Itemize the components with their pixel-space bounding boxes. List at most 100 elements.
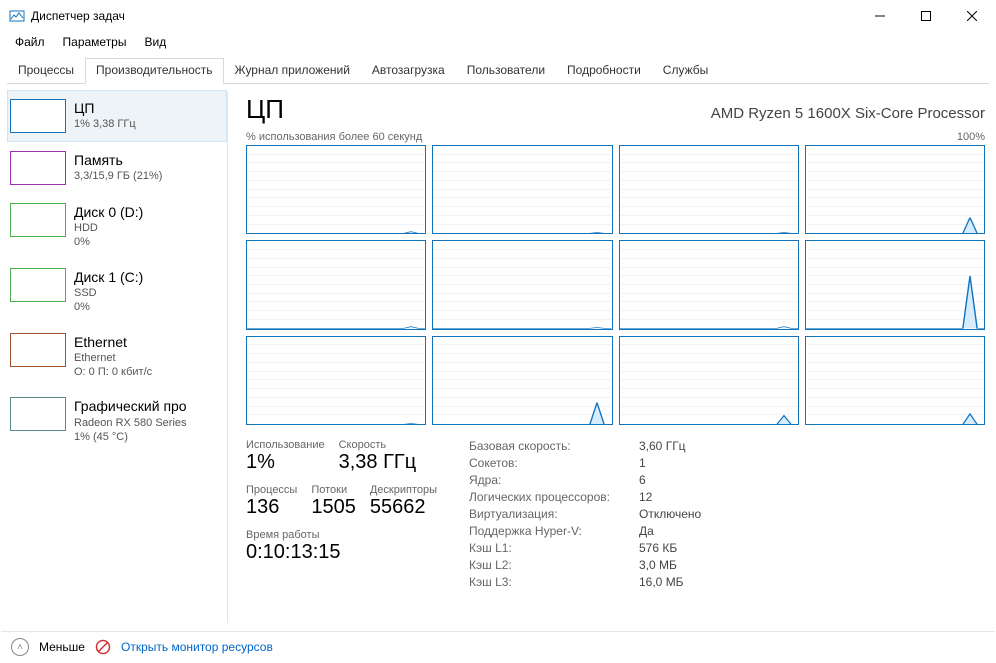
uptime-label: Время работы: [246, 529, 437, 541]
tab-services[interactable]: Службы: [652, 58, 719, 84]
cpu-model: AMD Ryzen 5 1600X Six-Core Processor: [284, 105, 985, 122]
chevron-up-icon[interactable]: ˄: [11, 638, 29, 656]
task-manager-window: Диспетчер задач Файл Параметры Вид Проце…: [0, 0, 996, 663]
app-icon: [9, 8, 25, 24]
page-title: ЦП: [246, 94, 284, 125]
minimize-button[interactable]: [857, 1, 903, 31]
menu-file[interactable]: Файл: [7, 33, 53, 51]
sidebar-item-sub: 1% 3,38 ГГц: [74, 117, 136, 131]
cpu-core-chart: [246, 145, 426, 234]
sidebar-item-sub: HDD: [74, 221, 143, 235]
kv-key: Ядра:: [469, 473, 639, 487]
chart-caption: % использования более 60 секунд 100%: [246, 131, 985, 143]
kv-key: Поддержка Hyper-V:: [469, 524, 639, 538]
cpu-thumb-icon: [10, 99, 66, 133]
fewer-details-link[interactable]: Меньше: [39, 640, 85, 654]
processes-label: Процессы: [246, 484, 297, 496]
sidebar-item-ethernet[interactable]: Ethernet Ethernet О: 0 П: 0 кбит/с: [7, 324, 227, 389]
cpu-core-chart: [246, 336, 426, 425]
chart-caption-left: % использования более 60 секунд: [246, 131, 422, 143]
cpu-core-chart: [805, 336, 985, 425]
kv-value: 3,60 ГГц: [639, 439, 701, 453]
content: ЦП 1% 3,38 ГГц Память 3,3/15,9 ГБ (21%) …: [1, 84, 995, 631]
sidebar-item-sub: Ethernet: [74, 351, 152, 365]
kv-value: Да: [639, 524, 701, 538]
kv-value: 1: [639, 456, 701, 470]
processes-value: 136: [246, 496, 297, 519]
menubar: Файл Параметры Вид: [1, 31, 995, 53]
sidebar-item-sub: 3,3/15,9 ГБ (21%): [74, 169, 162, 183]
speed-label: Скорость: [339, 439, 417, 451]
sidebar-item-label: Графический про: [74, 397, 187, 415]
main-panel: ЦП AMD Ryzen 5 1600X Six-Core Processor …: [228, 84, 995, 631]
gpu-thumb-icon: [10, 397, 66, 431]
stats: Использование 1% Скорость 3,38 ГГц Проце…: [246, 439, 985, 589]
open-resource-monitor-link[interactable]: Открыть монитор ресурсов: [121, 640, 273, 654]
sidebar-item-label: Ethernet: [74, 333, 152, 351]
util-value: 1%: [246, 451, 325, 474]
kv-key: Логических процессоров:: [469, 490, 639, 504]
sidebar[interactable]: ЦП 1% 3,38 ГГц Память 3,3/15,9 ГБ (21%) …: [1, 84, 227, 631]
tabstrip: Процессы Производительность Журнал прило…: [7, 57, 989, 84]
cpu-core-chart: [432, 240, 612, 329]
kv-key: Кэш L3:: [469, 575, 639, 589]
threads-label: Потоки: [311, 484, 356, 496]
memory-thumb-icon: [10, 151, 66, 185]
footer: ˄ Меньше Открыть монитор ресурсов: [1, 631, 995, 662]
kv-value: 6: [639, 473, 701, 487]
tab-performance[interactable]: Производительность: [85, 58, 223, 84]
cpu-core-chart: [246, 240, 426, 329]
sidebar-item-sub2: 1% (45 °C): [74, 430, 187, 444]
cpu-core-chart: [619, 336, 799, 425]
kv-value: 16,0 МБ: [639, 575, 701, 589]
menu-view[interactable]: Вид: [136, 33, 174, 51]
kv-key: Виртуализация:: [469, 507, 639, 521]
cpu-core-chart: [432, 145, 612, 234]
kv-key: Кэш L2:: [469, 558, 639, 572]
sidebar-item-label: ЦП: [74, 99, 136, 117]
kv-value: 3,0 МБ: [639, 558, 701, 572]
cpu-core-chart: [432, 336, 612, 425]
tab-users[interactable]: Пользователи: [456, 58, 556, 84]
sidebar-item-sub: Radeon RX 580 Series: [74, 416, 187, 430]
sidebar-item-label: Память: [74, 151, 162, 169]
kv-key: Сокетов:: [469, 456, 639, 470]
uptime-value: 0:10:13:15: [246, 541, 437, 564]
sidebar-item-memory[interactable]: Память 3,3/15,9 ГБ (21%): [7, 142, 227, 194]
tab-app-history[interactable]: Журнал приложений: [224, 58, 361, 84]
sidebar-item-label: Диск 0 (D:): [74, 203, 143, 221]
maximize-button[interactable]: [903, 1, 949, 31]
tab-details[interactable]: Подробности: [556, 58, 652, 84]
window-title: Диспетчер задач: [31, 9, 125, 23]
disk-thumb-icon: [10, 203, 66, 237]
cpu-core-chart: [805, 145, 985, 234]
handles-value: 55662: [370, 496, 437, 519]
kv-value: Отключено: [639, 507, 701, 521]
kv-key: Базовая скорость:: [469, 439, 639, 453]
sidebar-item-gpu[interactable]: Графический про Radeon RX 580 Series 1% …: [7, 388, 227, 453]
tab-processes[interactable]: Процессы: [7, 58, 85, 84]
sidebar-item-sub2: 0%: [74, 235, 143, 249]
ethernet-thumb-icon: [10, 333, 66, 367]
speed-value: 3,38 ГГц: [339, 451, 417, 474]
tab-startup[interactable]: Автозагрузка: [361, 58, 456, 84]
kv-value: 576 КБ: [639, 541, 701, 555]
sidebar-item-cpu[interactable]: ЦП 1% 3,38 ГГц: [7, 90, 227, 142]
cpu-core-chart: [805, 240, 985, 329]
disk-thumb-icon: [10, 268, 66, 302]
cpu-core-grid[interactable]: [246, 145, 985, 425]
close-button[interactable]: [949, 1, 995, 31]
sidebar-item-disk0[interactable]: Диск 0 (D:) HDD 0%: [7, 194, 227, 259]
menu-options[interactable]: Параметры: [55, 33, 135, 51]
sidebar-item-sub2: О: 0 П: 0 кбит/с: [74, 365, 152, 379]
threads-value: 1505: [311, 496, 356, 519]
sidebar-item-sub2: 0%: [74, 300, 143, 314]
handles-label: Дескрипторы: [370, 484, 437, 496]
chart-caption-right: 100%: [957, 131, 985, 143]
cpu-details: Базовая скорость:3,60 ГГц Сокетов:1 Ядра…: [469, 439, 701, 589]
util-label: Использование: [246, 439, 325, 451]
sidebar-item-label: Диск 1 (C:): [74, 268, 143, 286]
titlebar[interactable]: Диспетчер задач: [1, 1, 995, 31]
sidebar-item-disk1[interactable]: Диск 1 (C:) SSD 0%: [7, 259, 227, 324]
header: ЦП AMD Ryzen 5 1600X Six-Core Processor: [246, 94, 985, 125]
